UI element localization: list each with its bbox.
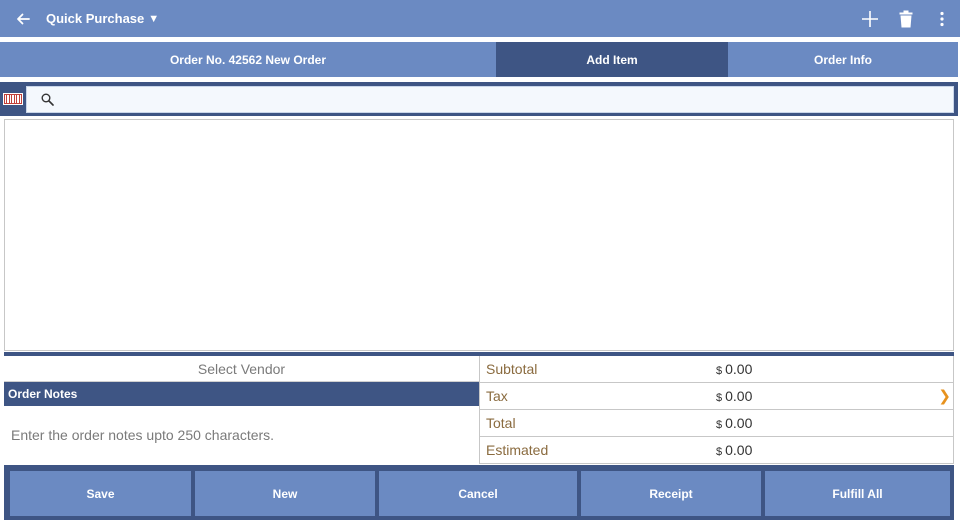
estimated-row: Estimated $0.00 [480, 437, 954, 464]
receipt-button[interactable]: Receipt [581, 471, 761, 516]
total-label: Total [486, 415, 516, 431]
order-notes-header: Order Notes [4, 382, 479, 406]
screen-title-dropdown[interactable]: Quick Purchase ▼ [46, 11, 159, 26]
order-notes-field[interactable]: Enter the order notes upto 250 character… [4, 406, 479, 464]
cancel-button[interactable]: Cancel [379, 471, 577, 516]
caret-down-icon: ▼ [148, 12, 160, 25]
search-input[interactable] [64, 86, 953, 112]
save-button[interactable]: Save [10, 471, 191, 516]
tax-value: $0.00 [716, 388, 753, 404]
tax-row[interactable]: Tax $0.00 ❯ [480, 383, 954, 410]
barcode-icon [3, 93, 23, 105]
order-details-panel: Select Vendor Order Notes Enter the orde… [4, 356, 479, 464]
action-bar: Save New Cancel Receipt Fulfill All [4, 465, 954, 520]
totals-panel: Subtotal $0.00 Tax $0.00 ❯ Total $0.00 E… [479, 356, 954, 464]
estimated-label: Estimated [486, 442, 549, 458]
subtotal-value: $0.00 [716, 361, 753, 377]
barcode-scan-button[interactable] [0, 82, 26, 116]
quick-purchase-screen: Quick Purchase ▼ Order No. 42562 New Ord… [0, 0, 960, 520]
tax-label: Tax [486, 388, 508, 404]
arrow-left-icon [17, 13, 30, 24]
delete-button[interactable] [888, 0, 924, 37]
order-items-list [4, 119, 954, 351]
subtotal-label: Subtotal [486, 361, 538, 377]
more-options-button[interactable] [924, 0, 960, 37]
subtotal-row: Subtotal $0.00 [480, 356, 954, 383]
add-button[interactable] [852, 0, 888, 37]
total-row: Total $0.00 [480, 410, 954, 437]
tab-add-item[interactable]: Add Item [496, 42, 728, 77]
search-box [26, 85, 954, 113]
more-vert-icon [940, 11, 944, 26]
select-vendor-button[interactable]: Select Vendor [4, 356, 479, 382]
tab-order-info[interactable]: Order Info [728, 42, 958, 77]
estimated-value: $0.00 [716, 442, 753, 458]
new-button[interactable]: New [195, 471, 375, 516]
search-icon [41, 93, 54, 106]
screen-title: Quick Purchase [46, 11, 145, 26]
app-bar: Quick Purchase ▼ [0, 0, 960, 37]
search-bar [0, 82, 958, 116]
chevron-right-icon[interactable]: ❯ [938, 387, 951, 405]
tab-order-number[interactable]: Order No. 42562 New Order [0, 42, 496, 77]
tab-bar: Order No. 42562 New Order Add Item Order… [0, 42, 958, 77]
fulfill-all-button[interactable]: Fulfill All [765, 471, 950, 516]
plus-icon [862, 10, 878, 27]
total-value: $0.00 [716, 415, 753, 431]
back-button[interactable] [0, 0, 46, 37]
trash-icon [899, 10, 913, 27]
